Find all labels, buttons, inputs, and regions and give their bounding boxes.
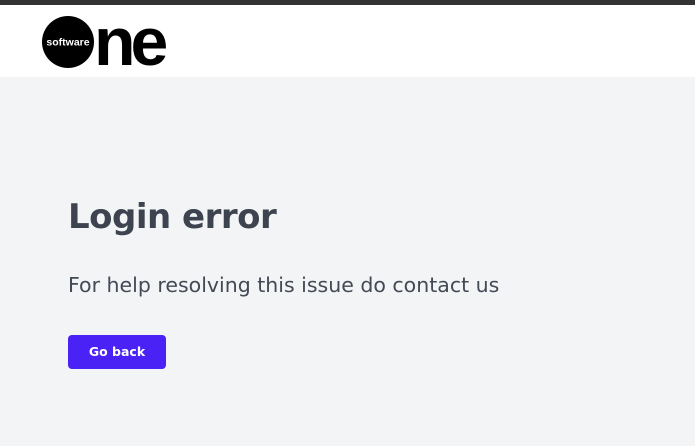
- main-content: Login error For help resolving this issu…: [0, 77, 695, 446]
- site-header: software ne: [0, 5, 695, 77]
- logo-small-text: software: [46, 37, 89, 49]
- softwareone-logo[interactable]: software ne: [42, 15, 188, 69]
- logo-large-text: ne: [94, 15, 167, 69]
- page-title: Login error: [68, 197, 277, 237]
- go-back-button[interactable]: Go back: [68, 335, 166, 369]
- softwareone-logo-icon: software ne: [42, 15, 172, 69]
- error-message: For help resolving this issue do contact…: [68, 273, 500, 297]
